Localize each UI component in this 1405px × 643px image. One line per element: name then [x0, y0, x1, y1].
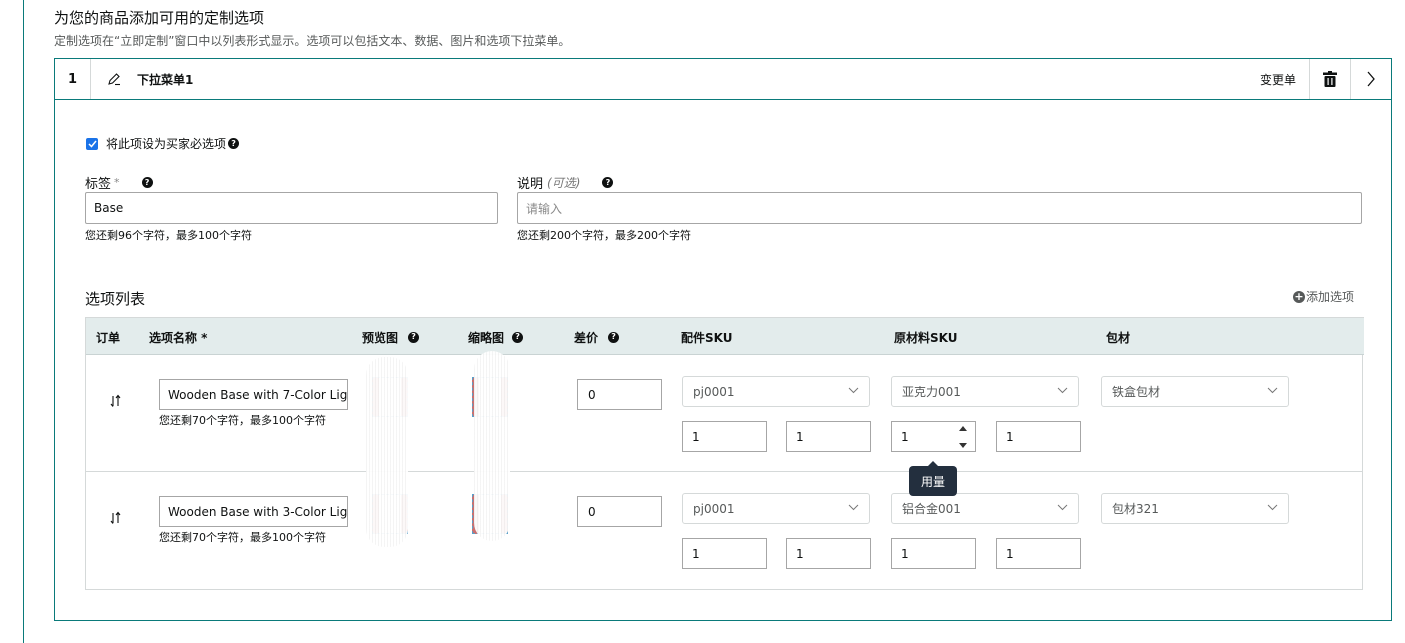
add-option-button[interactable]: + 添加选项 [1293, 288, 1354, 305]
part-sku-value: pj0001 [693, 384, 735, 399]
image-overlay [474, 351, 510, 541]
add-option-label: 添加选项 [1306, 290, 1355, 304]
col-thumbnail-label: 缩略图 [468, 330, 505, 345]
part-qty-input-2[interactable]: 1 [786, 538, 871, 569]
left-divider [23, 0, 24, 643]
expand-button[interactable] [1350, 59, 1391, 99]
chevron-down-icon [1057, 504, 1068, 511]
help-icon[interactable]: ? [228, 138, 240, 149]
chevron-down-icon [848, 387, 859, 394]
label-input[interactable]: Base [85, 192, 498, 224]
check-icon [87, 140, 97, 148]
part-qty-input[interactable]: 1 [682, 421, 767, 452]
packaging-value: 铁盒包材 [1112, 385, 1161, 399]
image-overlay [366, 357, 408, 547]
description-input[interactable]: 请输入 [517, 192, 1362, 224]
page: 为您的商品添加可用的定制选项 定制选项在“立即定制”窗口中以列表形式显示。选项可… [0, 0, 1405, 643]
optional-mark: (可选) [547, 176, 581, 190]
col-preview-label: 预览图 [362, 330, 399, 345]
required-checkbox[interactable] [86, 137, 98, 150]
raw-qty-input-2[interactable]: 1 [996, 538, 1081, 569]
customization-card: 1 下拉菜单1 变更单 将此项设为买家必选项 ? 标签 * ? Base 您还剩… [54, 58, 1392, 621]
option-name-input[interactable]: Wooden Base with 7-Color Lig [159, 379, 348, 410]
part-sku-select[interactable]: pj0001 [682, 493, 870, 524]
drag-icon[interactable] [108, 510, 124, 526]
option-index: 1 [55, 59, 91, 99]
required-toggle[interactable]: 将此项设为买家必选项 ? [86, 135, 240, 152]
option-name: 下拉菜单1 [137, 72, 194, 87]
col-raw-sku: 原材料SKU [894, 330, 958, 345]
options-table: 订单 选项名称 * 预览图? 缩略图? 差价? 配件SKU 原材料SKU 包材 … [85, 317, 1364, 590]
table-row: Wooden Base with 3-Color Lig 您还剩70个字符，最多… [86, 472, 1362, 589]
price-diff-input[interactable]: 0 [577, 379, 662, 410]
table-header: 订单 选项名称 * 预览图? 缩略图? 差价? 配件SKU 原材料SKU 包材 [86, 317, 1364, 355]
raw-sku-select[interactable]: 铝合金001 [891, 493, 1079, 524]
desc-field-title: 说明 (可选) ? [517, 173, 614, 192]
help-icon[interactable]: ? [141, 177, 153, 188]
raw-qty-input[interactable]: 1 [891, 421, 976, 452]
pencil-icon [108, 73, 120, 86]
help-icon[interactable]: ? [512, 331, 524, 343]
raw-qty-value: 1 [901, 429, 909, 444]
required-mark: * [114, 176, 120, 189]
desc-char-hint: 您还剩200个字符，最多200个字符 [517, 229, 691, 242]
options-title: 选项列表 [85, 290, 146, 308]
section-subtitle: 定制选项在“立即定制”窗口中以列表形式显示。选项可以包括文本、数据、图片和选项下… [54, 34, 571, 48]
help-icon[interactable]: ? [408, 331, 420, 343]
col-thumbnail: 缩略图? [468, 318, 524, 356]
edit-button[interactable] [91, 59, 137, 99]
raw-sku-value: 铝合金001 [902, 502, 961, 516]
card-header: 1 下拉菜单1 变更单 [55, 59, 1391, 100]
chevron-down-icon [848, 504, 859, 511]
col-packaging: 包材 [1106, 330, 1131, 345]
col-preview: 预览图? [362, 318, 420, 356]
label-field-title: 标签 * ? [85, 173, 153, 192]
col-price-diff: 差价? [574, 318, 620, 356]
chevron-down-icon [1057, 387, 1068, 394]
change-button[interactable]: 变更单 [1247, 59, 1309, 99]
col-order: 订单 [96, 330, 121, 345]
label-char-hint: 您还剩96个字符，最多100个字符 [85, 229, 252, 242]
quantity-tooltip: 用量 [909, 461, 957, 496]
raw-sku-value: 亚克力001 [902, 385, 961, 399]
drag-icon[interactable] [108, 393, 124, 409]
packaging-value: 包材321 [1112, 502, 1159, 516]
part-sku-select[interactable]: pj0001 [682, 376, 870, 407]
table-row: Wooden Base with 7-Color Lig 您还剩70个字符，最多… [86, 355, 1362, 472]
help-icon[interactable]: ? [602, 177, 614, 188]
part-qty-input[interactable]: 1 [682, 538, 767, 569]
section-title: 为您的商品添加可用的定制选项 [54, 9, 265, 27]
raw-qty-input-2[interactable]: 1 [996, 421, 1081, 452]
col-option-name: 选项名称 * [149, 330, 208, 345]
col-part-sku: 配件SKU [681, 330, 733, 345]
desc-field-label: 说明 [517, 177, 544, 192]
trash-icon [1323, 71, 1337, 87]
chevron-down-icon [1267, 387, 1278, 394]
plus-circle-icon: + [1293, 290, 1305, 303]
chevron-down-icon [1267, 504, 1278, 511]
packaging-select[interactable]: 包材321 [1101, 493, 1289, 524]
price-diff-input[interactable]: 0 [577, 496, 662, 527]
option-name-input[interactable]: Wooden Base with 3-Color Lig [159, 496, 348, 527]
chevron-right-icon [1367, 71, 1375, 87]
part-qty-input-2[interactable]: 1 [786, 421, 871, 452]
part-sku-value: pj0001 [693, 501, 735, 516]
caret-up-icon[interactable] [959, 426, 967, 431]
help-icon[interactable]: ? [608, 331, 620, 343]
raw-qty-input[interactable]: 1 [891, 538, 976, 569]
label-field-label: 标签 [85, 177, 112, 192]
raw-sku-select[interactable]: 亚克力001 [891, 376, 1079, 407]
packaging-select[interactable]: 铁盒包材 [1101, 376, 1289, 407]
delete-button[interactable] [1309, 59, 1350, 99]
qty-stepper[interactable] [957, 426, 969, 448]
option-name-hint: 您还剩70个字符，最多100个字符 [159, 414, 326, 427]
caret-down-icon[interactable] [959, 443, 967, 448]
col-price-label: 差价 [574, 330, 599, 345]
required-label: 将此项设为买家必选项 [106, 137, 227, 151]
option-name-hint: 您还剩70个字符，最多100个字符 [159, 531, 326, 544]
